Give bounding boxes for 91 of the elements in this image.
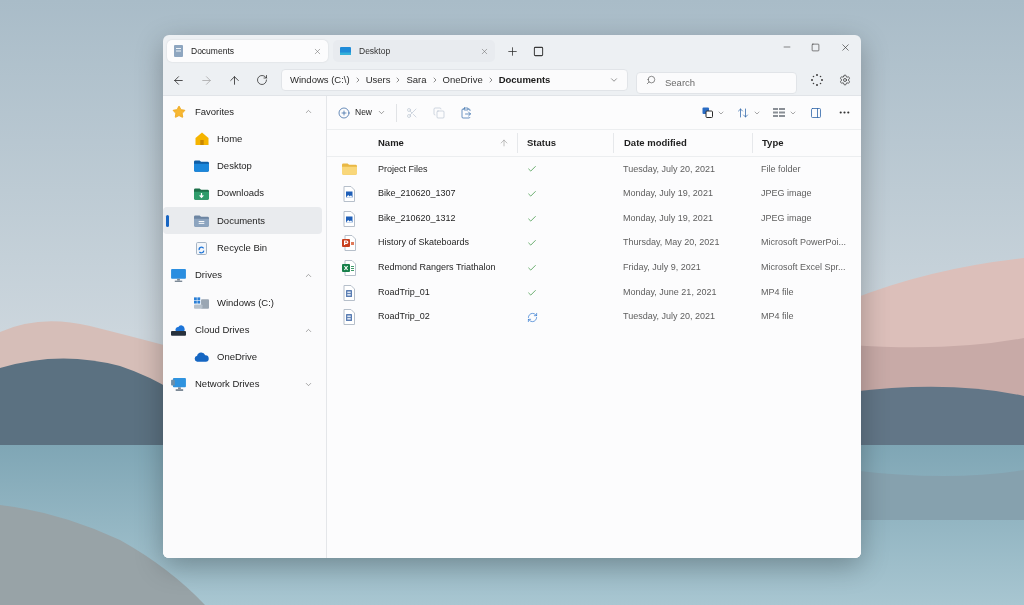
sidebar-group[interactable]: Cloud Drives: [163, 316, 322, 344]
video-file-icon: [343, 309, 355, 326]
chevron-down-icon: [377, 108, 386, 117]
column-header[interactable]: Date modified: [613, 133, 752, 153]
plus-circle-icon: [338, 106, 350, 119]
video-file-icon: [343, 284, 355, 301]
date-modified: Thursday, May 20, 2021: [622, 236, 721, 250]
document-folder-icon: [194, 214, 209, 227]
sidebar-group[interactable]: Drives: [163, 261, 322, 290]
sidebar-item[interactable]: Documents: [163, 207, 322, 235]
breadcrumb-segment[interactable]: Windows (C:\): [290, 72, 350, 88]
image-file-icon: [343, 210, 355, 227]
address-bar[interactable]: Windows (C:\) Users Sara OneDrive Documents: [281, 69, 628, 91]
overlapping-squares-icon: [702, 107, 713, 118]
close-icon: [479, 46, 489, 56]
panel-icon: [810, 106, 822, 119]
file-name[interactable]: RoadTrip_01: [378, 285, 517, 300]
file-type: MP4 file: [760, 310, 795, 324]
tab[interactable]: Desktop: [333, 40, 495, 62]
sidebar-item[interactable]: Recycle Bin: [163, 234, 322, 262]
back-arrow-icon: [171, 73, 185, 87]
desktop-icon: [340, 47, 351, 55]
document-icon: [174, 45, 183, 57]
sort-up-arrow-icon: [499, 138, 509, 148]
file-name[interactable]: Project Files: [378, 162, 517, 177]
list-view-icon: [772, 108, 785, 117]
file-name[interactable]: History of Skateboards: [378, 236, 517, 250]
recycle-bin-icon: [196, 241, 207, 255]
new-button[interactable]: New: [332, 100, 391, 125]
sidebar-item[interactable]: OneDrive: [163, 343, 322, 371]
sidebar-item[interactable]: Home: [163, 125, 322, 153]
scissors-icon: [406, 106, 418, 119]
breadcrumb-segment[interactable]: Users: [365, 72, 391, 88]
sidebar-item[interactable]: Windows (C:): [163, 289, 322, 317]
folder-icon: [194, 160, 209, 173]
sort-arrows-icon: [736, 106, 749, 119]
star-icon: [171, 104, 186, 119]
cloud-icon: [194, 352, 209, 363]
column-header[interactable]: Type: [752, 133, 861, 153]
house-icon: [194, 132, 209, 146]
monitor-icon: [171, 268, 186, 282]
refresh-icon: [256, 74, 268, 86]
search-icon: [646, 75, 656, 85]
tab[interactable]: Documents: [167, 40, 328, 62]
cloud-drive-icon: [171, 324, 186, 336]
plus-icon: [505, 44, 519, 58]
folder-icon: [341, 163, 357, 176]
sidebar-group[interactable]: Network Drives: [163, 370, 322, 399]
file-type: Microsoft PowerPoi...: [760, 236, 848, 250]
sidebar-group[interactable]: Favorites: [163, 98, 322, 126]
sidebar-item[interactable]: Desktop: [163, 152, 322, 180]
close-icon: [312, 46, 322, 56]
breadcrumb-segment[interactable]: Documents: [498, 72, 551, 88]
date-modified: Monday, July 19, 2021: [622, 187, 714, 201]
breadcrumb-segment[interactable]: Sara: [406, 72, 427, 88]
file-type: Microsoft Excel Spr...: [760, 261, 847, 275]
loading-spinner-icon: [811, 74, 823, 86]
column-header[interactable]: Name: [378, 133, 517, 153]
rounded-square-icon: [532, 45, 544, 57]
selection-indicator: [166, 215, 169, 228]
file-name[interactable]: RoadTrip_02: [378, 310, 517, 324]
column-header[interactable]: Status: [517, 133, 613, 153]
file-type: JPEG image: [760, 187, 813, 201]
copy-icon: [433, 106, 445, 119]
file-name[interactable]: Bike_210620_1307: [378, 187, 517, 201]
network-monitor-icon: [171, 378, 186, 392]
date-modified: Tuesday, July 20, 2021: [622, 162, 717, 176]
spreadsheet-file-icon: [342, 259, 356, 276]
close-icon: [840, 41, 851, 53]
presentation-file-icon: [342, 235, 356, 252]
date-modified: Tuesday, July 20, 2021: [622, 310, 717, 324]
maximize-icon: [811, 42, 820, 52]
settings-icon: [839, 74, 851, 86]
file-name[interactable]: Bike_210620_1312: [378, 211, 517, 226]
file-type: File folder: [760, 162, 802, 176]
file-type: MP4 file: [760, 285, 795, 299]
date-modified: Monday, July 19, 2021: [622, 211, 714, 225]
dropdown-chevron-icon: [609, 75, 619, 85]
forward-arrow-icon: [199, 73, 213, 87]
file-name[interactable]: Redmond Rangers Triathalon: [378, 261, 517, 275]
download-folder-icon: [194, 187, 209, 200]
file-type: JPEG image: [760, 211, 813, 225]
clipboard-icon: [460, 106, 472, 119]
drive-icon: [194, 296, 209, 309]
image-file-icon: [343, 185, 355, 202]
search-field[interactable]: Search: [636, 71, 797, 94]
sidebar-item[interactable]: Downloads: [163, 179, 322, 208]
date-modified: Monday, June 21, 2021: [622, 285, 718, 299]
up-arrow-icon: [227, 73, 241, 87]
breadcrumb-segment[interactable]: OneDrive: [442, 72, 483, 88]
date-modified: Friday, July 9, 2021: [622, 261, 702, 275]
